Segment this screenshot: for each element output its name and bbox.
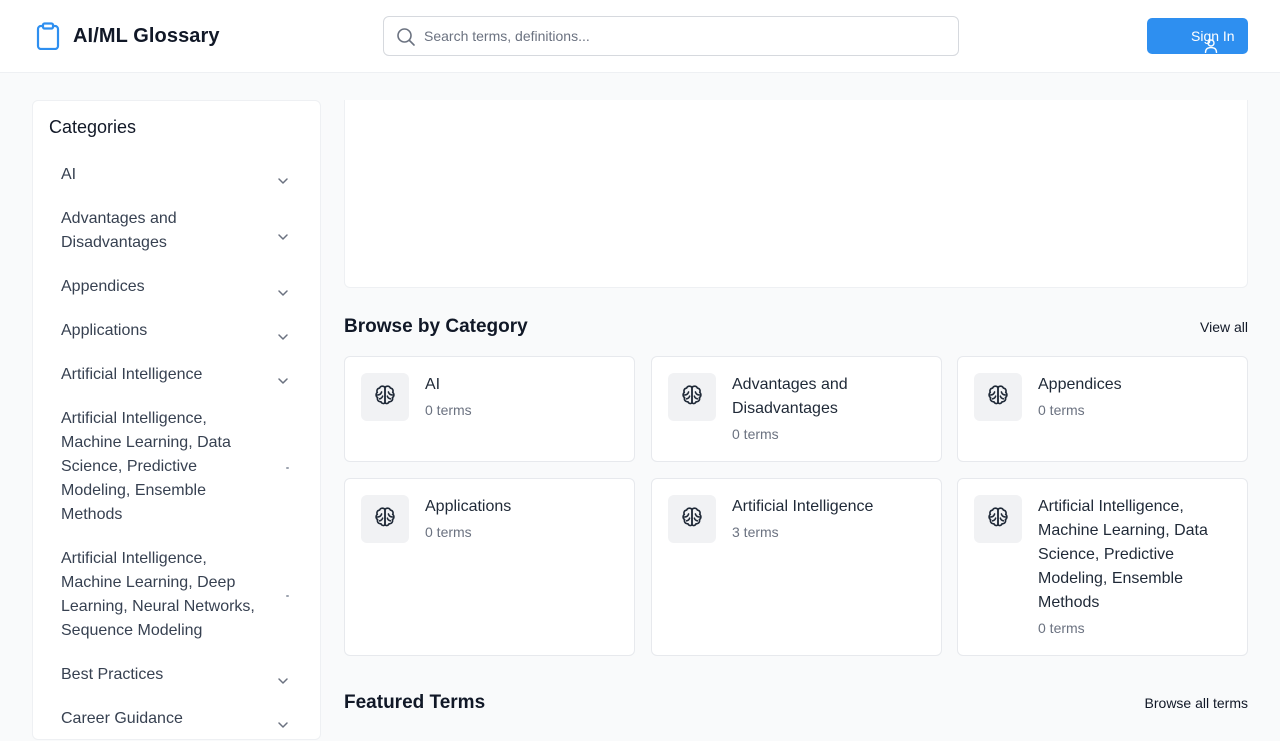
chevron-down-icon[interactable]	[277, 226, 289, 250]
sidebar-category-item[interactable]: AI	[49, 153, 305, 197]
category-card[interactable]: AI 0 terms	[344, 356, 635, 462]
category-card-name: Appendices 0 terms	[1038, 373, 1233, 420]
hero-card	[344, 100, 1248, 288]
browse-all-terms-link[interactable]: Browse all terms	[1145, 695, 1248, 711]
brain-icon	[986, 383, 1010, 412]
sidebar-category-item[interactable]: Artificial Intelligence, Machine Learnin…	[49, 537, 305, 653]
category-card-count: 0 terms	[1038, 620, 1085, 636]
chevron-down-icon[interactable]	[277, 282, 289, 306]
search-input[interactable]	[424, 17, 944, 55]
sign-in-button[interactable]: Sign In	[1147, 18, 1248, 54]
category-card[interactable]: Artificial Intelligence 3 terms	[651, 478, 942, 656]
category-card-title: Artificial Intelligence, Machine Learnin…	[1038, 498, 1208, 611]
category-card-count: 0 terms	[425, 402, 472, 418]
category-card[interactable]: Artificial Intelligence, Machine Learnin…	[957, 478, 1248, 656]
sidebar-category-label: Best Practices	[61, 666, 164, 683]
sidebar-category-item[interactable]: Career Guidance	[49, 697, 305, 741]
category-list: AI Advantages and Disadvantages Appendices…	[49, 153, 305, 741]
brain-icon	[373, 505, 397, 534]
sidebar-title: Categories	[49, 117, 137, 137]
sign-in-label: Sign In	[1191, 28, 1235, 44]
sidebar-category-label: Applications	[61, 322, 148, 339]
category-card[interactable]: Appendices 0 terms	[957, 356, 1248, 462]
category-icon-box	[361, 373, 409, 421]
clipboard-icon	[36, 22, 60, 50]
category-card-title: Applications	[425, 498, 512, 515]
view-all-link[interactable]: View all	[1200, 319, 1248, 335]
sidebar-category-label: Artificial Intelligence, Machine Learnin…	[61, 550, 255, 639]
sidebar-category-item[interactable]: Appendices	[49, 265, 305, 309]
sidebar-category-label: Artificial Intelligence	[61, 366, 203, 383]
category-card-name: Artificial Intelligence 3 terms	[732, 495, 927, 542]
category-card-name: Applications 0 terms	[425, 495, 620, 542]
category-icon-box	[361, 495, 409, 543]
category-card-name: Advantages and Disadvantages 0 terms	[732, 373, 927, 444]
sidebar-category-label: Artificial Intelligence, Machine Learnin…	[61, 410, 231, 523]
sidebar-category-item[interactable]: Applications	[49, 309, 305, 353]
category-card[interactable]: Advantages and Disadvantages 0 terms	[651, 356, 942, 462]
brain-icon	[680, 505, 704, 534]
sidebar-category-label: Career Guidance	[61, 710, 183, 727]
sidebar-category-label: Advantages and Disadvantages	[61, 210, 177, 251]
category-card[interactable]: Applications 0 terms	[344, 478, 635, 656]
sidebar-category-label: Appendices	[61, 278, 145, 295]
category-card-name: Artificial Intelligence, Machine Learnin…	[1038, 495, 1233, 638]
category-icon-box	[974, 495, 1022, 543]
chevron-down-icon[interactable]	[277, 714, 289, 738]
sidebar-category-item[interactable]: Advantages and Disadvantages	[49, 197, 305, 265]
chevron-down-icon[interactable]	[277, 670, 289, 694]
chevron-down-icon[interactable]	[277, 326, 289, 350]
sidebar-category-item[interactable]: Best Practices	[49, 653, 305, 697]
category-card-count: 0 terms	[425, 524, 472, 540]
sidebar-category-label: AI	[61, 166, 77, 183]
chevron-down-icon[interactable]	[277, 370, 289, 394]
category-card-count: 0 terms	[732, 426, 779, 442]
expand-indicator[interactable]	[286, 595, 289, 597]
sidebar-category-item[interactable]: Artificial Intelligence	[49, 353, 305, 397]
expand-indicator[interactable]	[286, 467, 289, 469]
brain-icon	[373, 383, 397, 412]
search-bar[interactable]	[383, 16, 959, 56]
top-header: AI/ML Glossary Sign In	[0, 0, 1280, 73]
category-card-title: Artificial Intelligence	[732, 498, 874, 515]
category-card-title: Appendices	[1038, 376, 1122, 393]
sidebar-category-item[interactable]: Artificial Intelligence, Machine Learnin…	[49, 397, 305, 537]
featured-section-title: Featured Terms	[344, 692, 486, 713]
category-icon-box	[668, 373, 716, 421]
brain-icon	[986, 505, 1010, 534]
category-card-title: Advantages and Disadvantages	[732, 376, 848, 417]
category-card-title: AI	[425, 376, 441, 393]
category-card-count: 3 terms	[732, 524, 779, 540]
category-card-name: AI 0 terms	[425, 373, 620, 420]
chevron-down-icon[interactable]	[277, 170, 289, 194]
brain-icon	[680, 383, 704, 412]
category-card-count: 0 terms	[1038, 402, 1085, 418]
browse-section-title: Browse by Category	[344, 316, 528, 337]
category-icon-box	[974, 373, 1022, 421]
category-icon-box	[668, 495, 716, 543]
app-title: AI/ML Glossary	[73, 24, 220, 47]
categories-sidebar: Categories AI Advantages and Disadvantage…	[32, 100, 321, 740]
app-logo[interactable]: AI/ML Glossary	[36, 22, 220, 50]
